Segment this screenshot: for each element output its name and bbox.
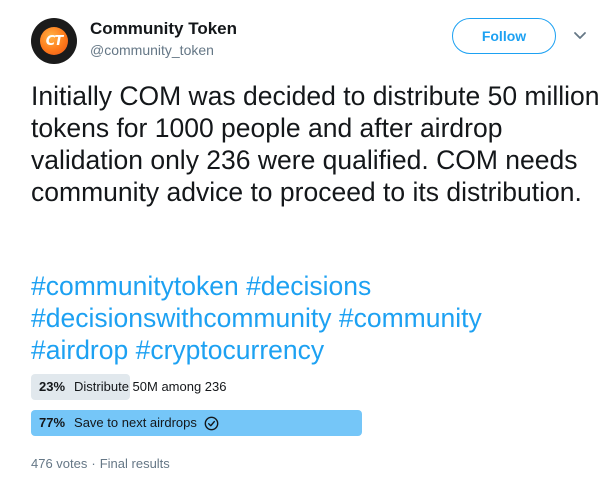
hashtag-list: #communitytoken #decisions #decisionswit…	[31, 270, 601, 366]
poll-meta: 476 votes · Final results	[31, 456, 170, 471]
poll-status: Final results	[99, 456, 170, 471]
poll-option: 77% Save to next airdrops	[31, 410, 491, 436]
poll-option-text: Save to next airdrops	[74, 415, 197, 430]
display-name[interactable]: Community Token	[90, 18, 237, 40]
hashtag-link[interactable]: #airdrop	[31, 335, 128, 365]
hashtag-link[interactable]: #community	[339, 303, 482, 333]
poll-option-label: 23% Distribute 50M among 236	[39, 374, 227, 400]
hashtag-link[interactable]: #decisions	[246, 271, 371, 301]
community-token-logo-icon: CT	[40, 27, 68, 55]
separator-dot: ·	[91, 456, 96, 471]
poll-option-label: 77% Save to next airdrops	[39, 410, 219, 436]
chevron-down-icon[interactable]	[572, 30, 588, 42]
hashtag-link[interactable]: #communitytoken	[31, 271, 239, 301]
hashtag-link[interactable]: #cryptocurrency	[136, 335, 325, 365]
avatar[interactable]: CT	[31, 18, 77, 64]
user-names: Community Token @community_token	[90, 18, 237, 60]
poll-percent: 77%	[39, 415, 66, 430]
tweet-header: CT Community Token @community_token Foll…	[31, 16, 601, 66]
poll-vote-count: 476 votes	[31, 456, 88, 471]
poll-percent: 23%	[39, 379, 66, 394]
poll-option: 23% Distribute 50M among 236	[31, 374, 491, 400]
hashtag-link[interactable]: #decisionswithcommunity	[31, 303, 331, 333]
user-handle[interactable]: @community_token	[90, 40, 237, 60]
check-circle-icon	[204, 416, 219, 430]
poll-option-text: Distribute 50M among 236	[74, 379, 227, 394]
tweet-text: Initially COM was decided to distribute …	[31, 81, 600, 207]
follow-button[interactable]: Follow	[452, 18, 556, 54]
